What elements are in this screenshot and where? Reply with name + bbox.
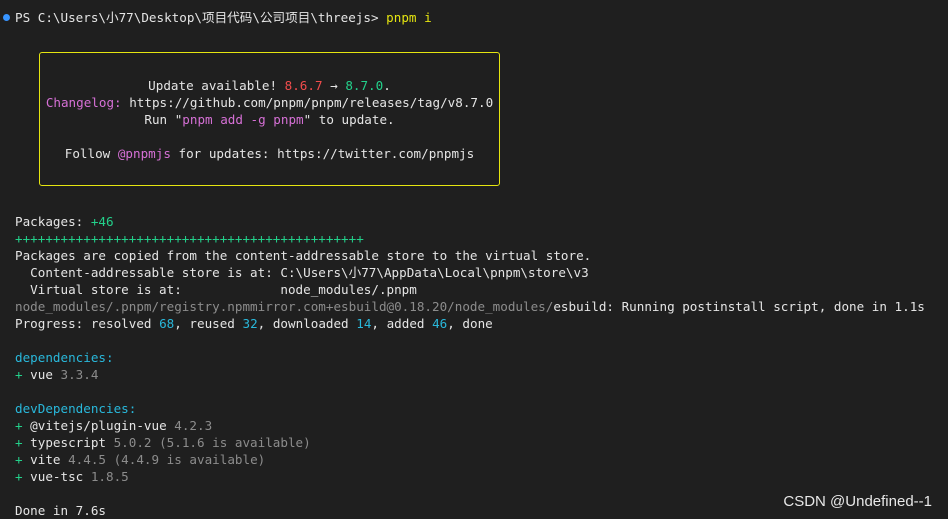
changelog-line: Changelog: https://github.com/pnpm/pnpm/… — [40, 94, 499, 111]
twitter-handle: @pnpmjs — [117, 146, 171, 161]
progress-line: Progress: resolved 68, reused 32, downlo… — [15, 316, 493, 331]
changelog-url[interactable]: https://github.com/pnpm/pnpm/releases/ta… — [122, 95, 493, 110]
devdependency-item: + @vitejs/plugin-vue 4.2.3 — [15, 418, 213, 433]
new-version: 8.7.0 — [345, 78, 384, 93]
devdependency-item: + typescript 5.0.2 (5.1.6 is available) — [15, 435, 311, 450]
dependency-item: + vue 3.3.4 — [15, 367, 99, 382]
update-command: pnpm add -g pnpm — [182, 112, 304, 127]
package-progress-bar: ++++++++++++++++++++++++++++++++++++++++… — [15, 231, 364, 246]
command-text: pnpm i — [386, 10, 432, 25]
virtual-store-line: Virtual store is at: node_modules/.pnpm — [15, 282, 417, 297]
changelog-label: Changelog: — [45, 95, 122, 110]
old-version: 8.6.7 — [284, 78, 323, 93]
devdependencies-header: devDependencies: — [15, 401, 137, 416]
follow-line: Follow @pnpmjs for updates: https://twit… — [64, 146, 475, 161]
content-store-line: Content-addressable store is at: C:\User… — [15, 265, 589, 280]
run-update-line: Run "pnpm add -g pnpm" to update. — [144, 112, 395, 127]
watermark: CSDN @Undefined--1 — [783, 493, 932, 510]
update-available-line: Update available! 8.6.7 → 8.7.0. — [148, 78, 391, 93]
devdependency-item: + vite 4.4.5 (4.4.9 is available) — [15, 452, 266, 467]
devdependency-item: + vue-tsc 1.8.5 — [15, 469, 129, 484]
postinstall-line: node_modules/.pnpm/registry.npmmirror.co… — [15, 299, 925, 314]
store-copied-line: Packages are copied from the content-add… — [15, 248, 592, 263]
prompt-status-dot — [3, 14, 10, 21]
packages-line: Packages: +46 — [15, 214, 114, 229]
prompt-line: PS C:\Users\小77\Desktop\项目代码\公司项目\threej… — [15, 9, 432, 26]
done-line: Done in 7.6s — [15, 503, 106, 518]
dependencies-header: dependencies: — [15, 350, 114, 365]
packages-count: +46 — [90, 214, 114, 229]
prompt-prefix: PS C:\Users\小77\Desktop\项目代码\公司项目\threej… — [15, 10, 379, 25]
update-notice-box: Update available! 8.6.7 → 8.7.0. Changel… — [39, 52, 500, 186]
